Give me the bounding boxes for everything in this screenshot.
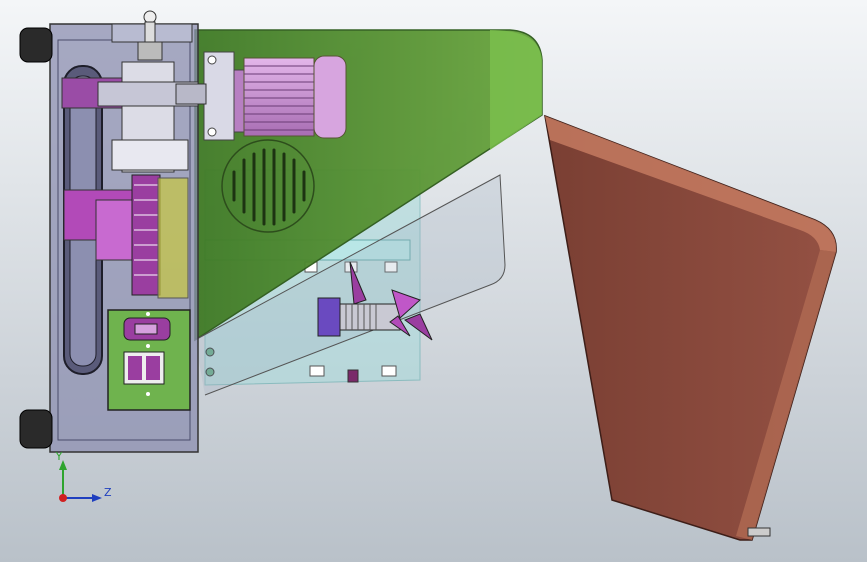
power-panel[interactable] bbox=[107, 309, 191, 411]
electric-motor[interactable] bbox=[203, 51, 347, 141]
triad-z-label: Z bbox=[104, 486, 112, 499]
triad-y-label: Y bbox=[55, 450, 63, 463]
cad-viewport[interactable]: Y Z bbox=[0, 0, 867, 562]
cad-model-canvas[interactable]: Y Z bbox=[0, 0, 867, 562]
